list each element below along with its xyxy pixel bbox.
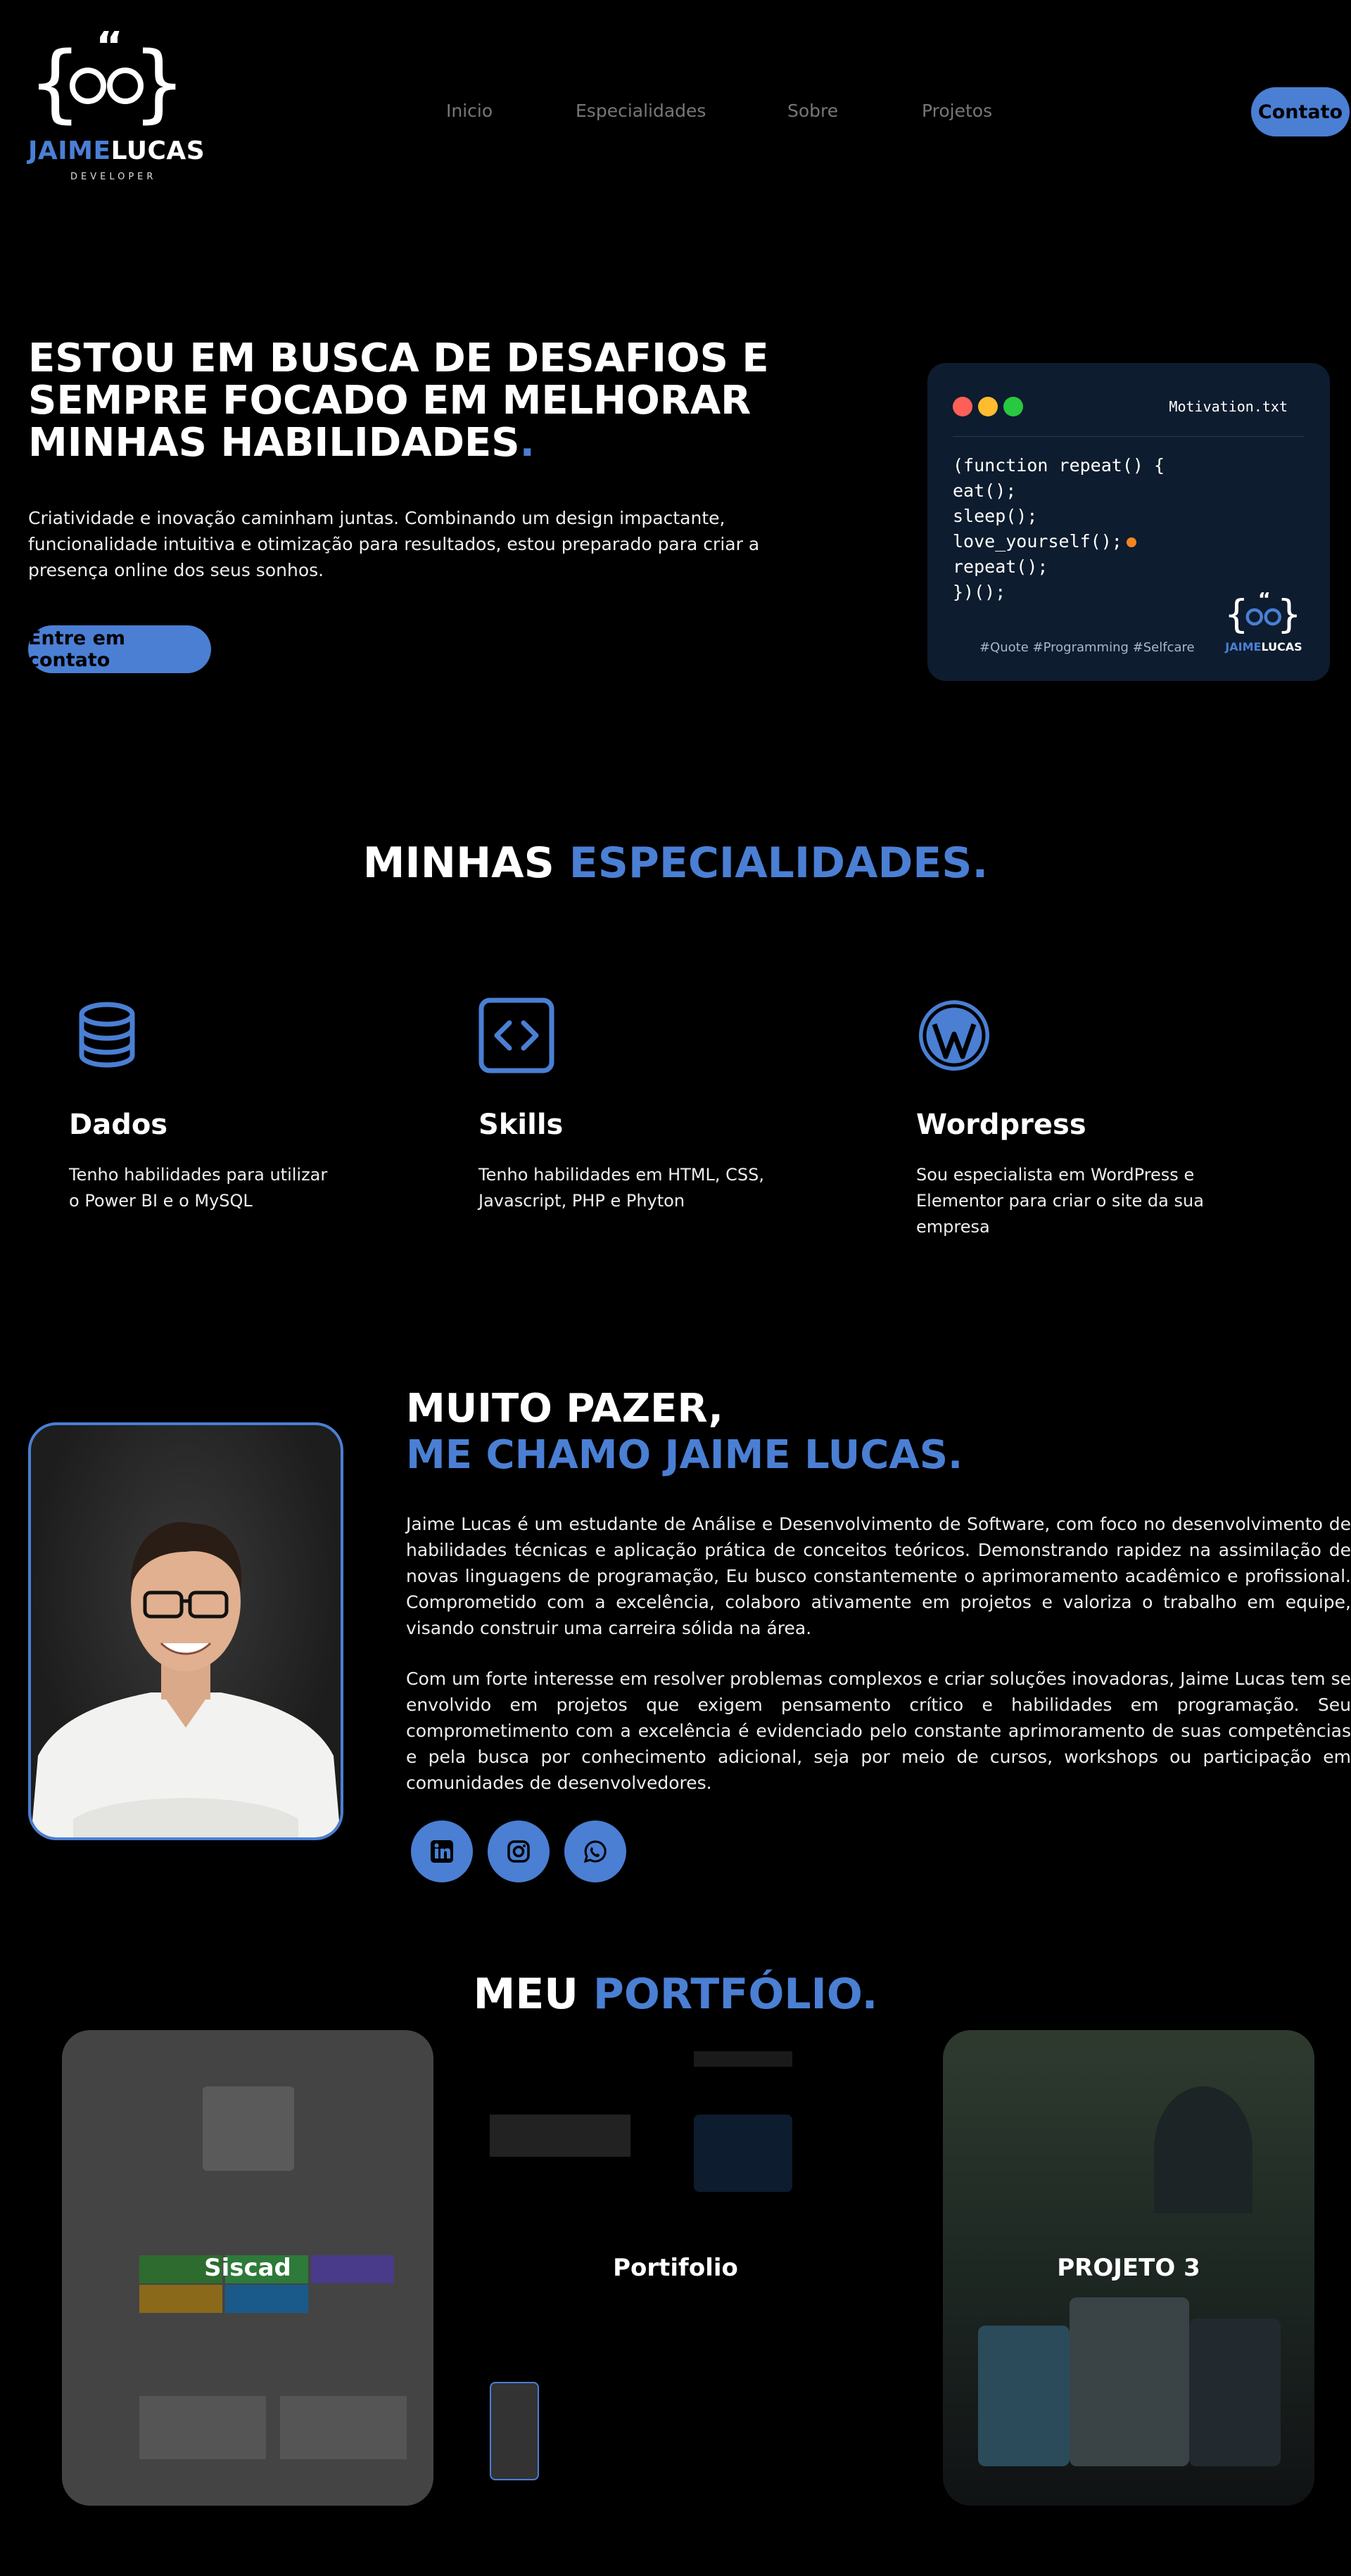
screenshot-tile [225,2285,308,2313]
code-card-brand: JAIMELUCAS [1225,640,1302,653]
screenshot-tile [139,2285,222,2313]
about-title: MUITO PAZER, ME CHAMO JAIME LUCAS. [406,1386,963,1478]
person-portrait [31,1522,341,1837]
svg-text:}: } [1277,592,1302,635]
specialty-wordpress: Wordpress Sou especialista em WordPress … [916,997,1310,1240]
project-card-portifolio[interactable]: Portifolio [490,2030,861,2506]
about-paragraph-2: Com um forte interesse em resolver probl… [406,1669,1351,1793]
code-card: Motivation.txt (function repeat() { eat(… [927,363,1330,681]
screenshot-photo-tile [1070,2297,1189,2466]
screenshot-photo-tile [1189,2319,1281,2466]
brand-name: JAIMELUCAS [28,136,205,165]
brand-tagline: DEVELOPER [70,172,157,182]
specialty-skills: Skills Tenho habilidades em HTML, CSS, J… [478,997,873,1214]
contact-button[interactable]: Contato [1251,87,1350,136]
nav-sobre[interactable]: Sobre [787,101,838,121]
nav-inicio[interactable]: Inicio [446,101,493,121]
instagram-icon [507,1840,530,1863]
code-tags: #Quote #Programming #Selfcare [979,640,1195,655]
logo-mark-icon: { } “ [1224,587,1302,637]
project-label: Siscad [204,2254,291,2282]
code-file-name: Motivation.txt [1169,398,1288,415]
specialty-title: Wordpress [916,1109,1086,1141]
project-label: Portifolio [613,2254,738,2282]
wordpress-icon [919,1000,989,1071]
screenshot-photo [490,2382,539,2480]
screenshot-hero-text [490,2115,630,2157]
specialty-dados: Dados Tenho habilidades para utilizar o … [69,997,463,1214]
specialty-text: Sou especialista em WordPress e Elemento… [916,1165,1204,1237]
profile-photo [28,1422,343,1840]
portfolio-title: MEU PORTFÓLIO. [473,1970,878,2019]
linkedin-icon [431,1840,453,1863]
specialty-title: Skills [478,1109,564,1141]
logo-quote: “ [96,31,123,71]
svg-text:{: { [1224,592,1249,635]
nav-especialidades[interactable]: Especialidades [576,101,706,121]
project-label: PROJETO 3 [1057,2254,1200,2282]
specialty-text: Tenho habilidades para utilizar o Power … [69,1165,328,1211]
about-paragraph-1: Jaime Lucas é um estudante de Análise e … [406,1514,1351,1638]
linkedin-button[interactable] [411,1821,473,1882]
code-divider [953,436,1305,437]
screenshot-login-box [203,2086,294,2171]
screenshot-nav [694,2051,792,2067]
whatsapp-button[interactable] [564,1821,626,1882]
hero-text: Criatividade e inovação caminham juntas.… [28,508,760,580]
brand-logo[interactable]: { } “ JAIMELUCAS DEVELOPER [28,22,205,186]
specialty-text: Tenho habilidades em HTML, CSS, Javascri… [478,1165,764,1211]
screenshot-code-card [694,2115,792,2192]
window-maximize-dot [1003,397,1023,416]
contact-cta-button[interactable]: Entre em contato [28,625,211,673]
database-icon [79,1002,135,1068]
cursor-dot [1126,537,1136,547]
project-card-siscad[interactable]: Siscad [62,2030,433,2506]
window-close-dot [953,397,972,416]
specialties-title: MINHAS ESPECIALIDADES. [362,839,989,888]
nav-projetos[interactable]: Projetos [922,101,992,121]
project-card-projeto-3[interactable]: PROJETO 3 [943,2030,1314,2506]
svg-text:“: “ [1258,592,1271,611]
code-icon [478,997,554,1073]
code-card-logo: { } “ JAIMELUCAS [1222,587,1306,653]
screenshot-panel [139,2396,266,2459]
instagram-button[interactable] [488,1821,550,1882]
hero-title: ESTOU EM BUSCA DE DESAFIOS E SEMPRE FOCA… [28,336,769,466]
code-block: (function repeat() { eat(); sleep(); lov… [953,455,1165,602]
specialty-title: Dados [69,1109,168,1141]
window-minimize-dot [978,397,998,416]
screenshot-photo-tile [978,2326,1070,2466]
whatsapp-icon [583,1840,607,1863]
screenshot-figure [1154,2086,1252,2213]
screenshot-panel [280,2396,407,2459]
logo-mark-icon: { } “ [28,22,186,132]
